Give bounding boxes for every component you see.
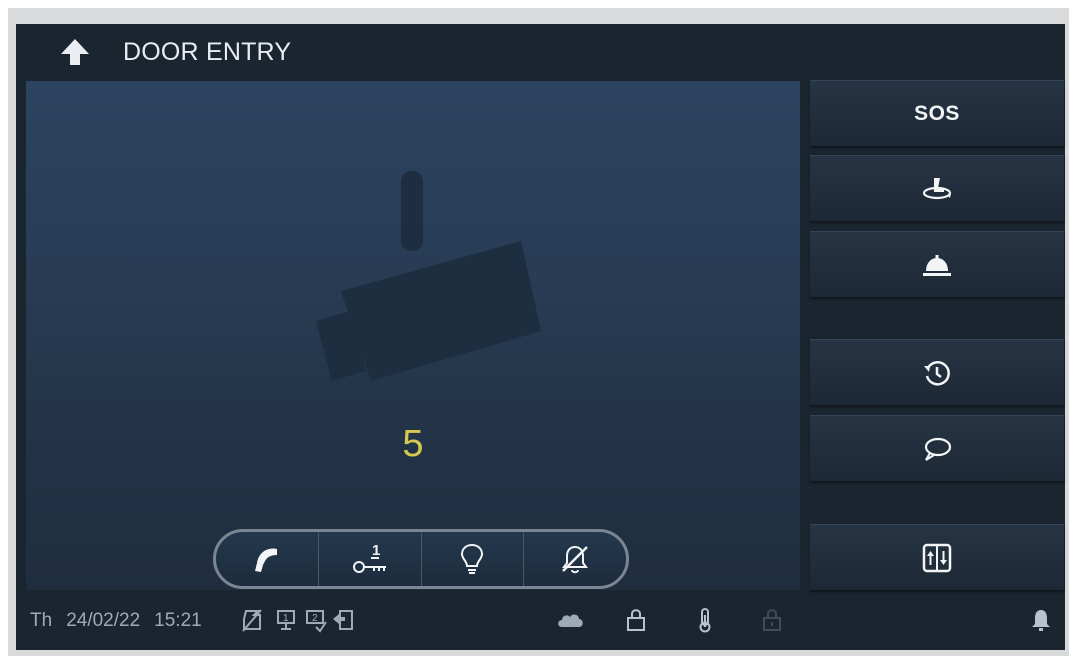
light-bulb-icon — [461, 543, 484, 574]
page-title: DOOR ENTRY — [123, 38, 292, 66]
history-button[interactable] — [810, 339, 1064, 405]
message-button[interactable] — [810, 415, 1064, 481]
camera-rotate-icon — [922, 177, 952, 199]
status-bar: Th 24/02/22 15:21 1 2 — [16, 590, 1065, 650]
speech-bubble-icon — [924, 437, 952, 461]
back-arrow-icon[interactable] — [58, 36, 92, 68]
door-1-icon: 1 — [277, 610, 295, 630]
concierge-button[interactable] — [810, 231, 1064, 297]
elevator-icon — [922, 543, 952, 572]
svg-text:1: 1 — [283, 613, 289, 624]
call-control-bar: 1 — [213, 529, 629, 589]
day-label: Th — [30, 610, 53, 631]
lock-icon — [627, 609, 645, 631]
sos-label: SOS — [914, 101, 960, 125]
history-clock-icon — [924, 360, 950, 385]
surveillance-button[interactable] — [810, 155, 1064, 221]
phone-handset-icon — [254, 548, 277, 572]
bell-icon[interactable] — [1029, 607, 1053, 633]
camera-icon — [316, 171, 541, 381]
door-entry-screen: DOOR ENTRY 5 1 SOS Th 24/02/22 15:21 1 2 — [16, 24, 1065, 650]
thermometer-icon — [699, 608, 711, 633]
door-2-icon: 2 — [306, 610, 327, 633]
time-label: 15:21 — [154, 610, 202, 631]
light-button[interactable] — [422, 532, 525, 586]
date-label: 24/02/22 — [66, 610, 141, 631]
svg-text:2: 2 — [312, 613, 318, 624]
camera-video-area: 5 1 — [26, 81, 800, 590]
mute-icon — [242, 609, 262, 632]
elevator-button[interactable] — [810, 524, 1064, 590]
countdown-timer: 5 — [402, 423, 424, 465]
answer-call-button[interactable] — [216, 532, 319, 586]
door-return-icon — [333, 610, 353, 630]
date-time: Th 24/02/22 15:21 — [30, 610, 216, 632]
sos-button[interactable]: SOS — [810, 80, 1064, 146]
service-bell-icon — [923, 254, 951, 276]
key-1-icon: 1 — [352, 542, 386, 573]
lock-inactive-icon — [763, 609, 781, 631]
header-bar: DOOR ENTRY — [16, 24, 1065, 80]
bell-off-icon — [562, 545, 589, 574]
cloud-icon — [558, 614, 583, 627]
mute-ringtone-button[interactable] — [524, 532, 626, 586]
unlock-door-1-button[interactable]: 1 — [319, 532, 422, 586]
svg-text:1: 1 — [372, 542, 380, 559]
